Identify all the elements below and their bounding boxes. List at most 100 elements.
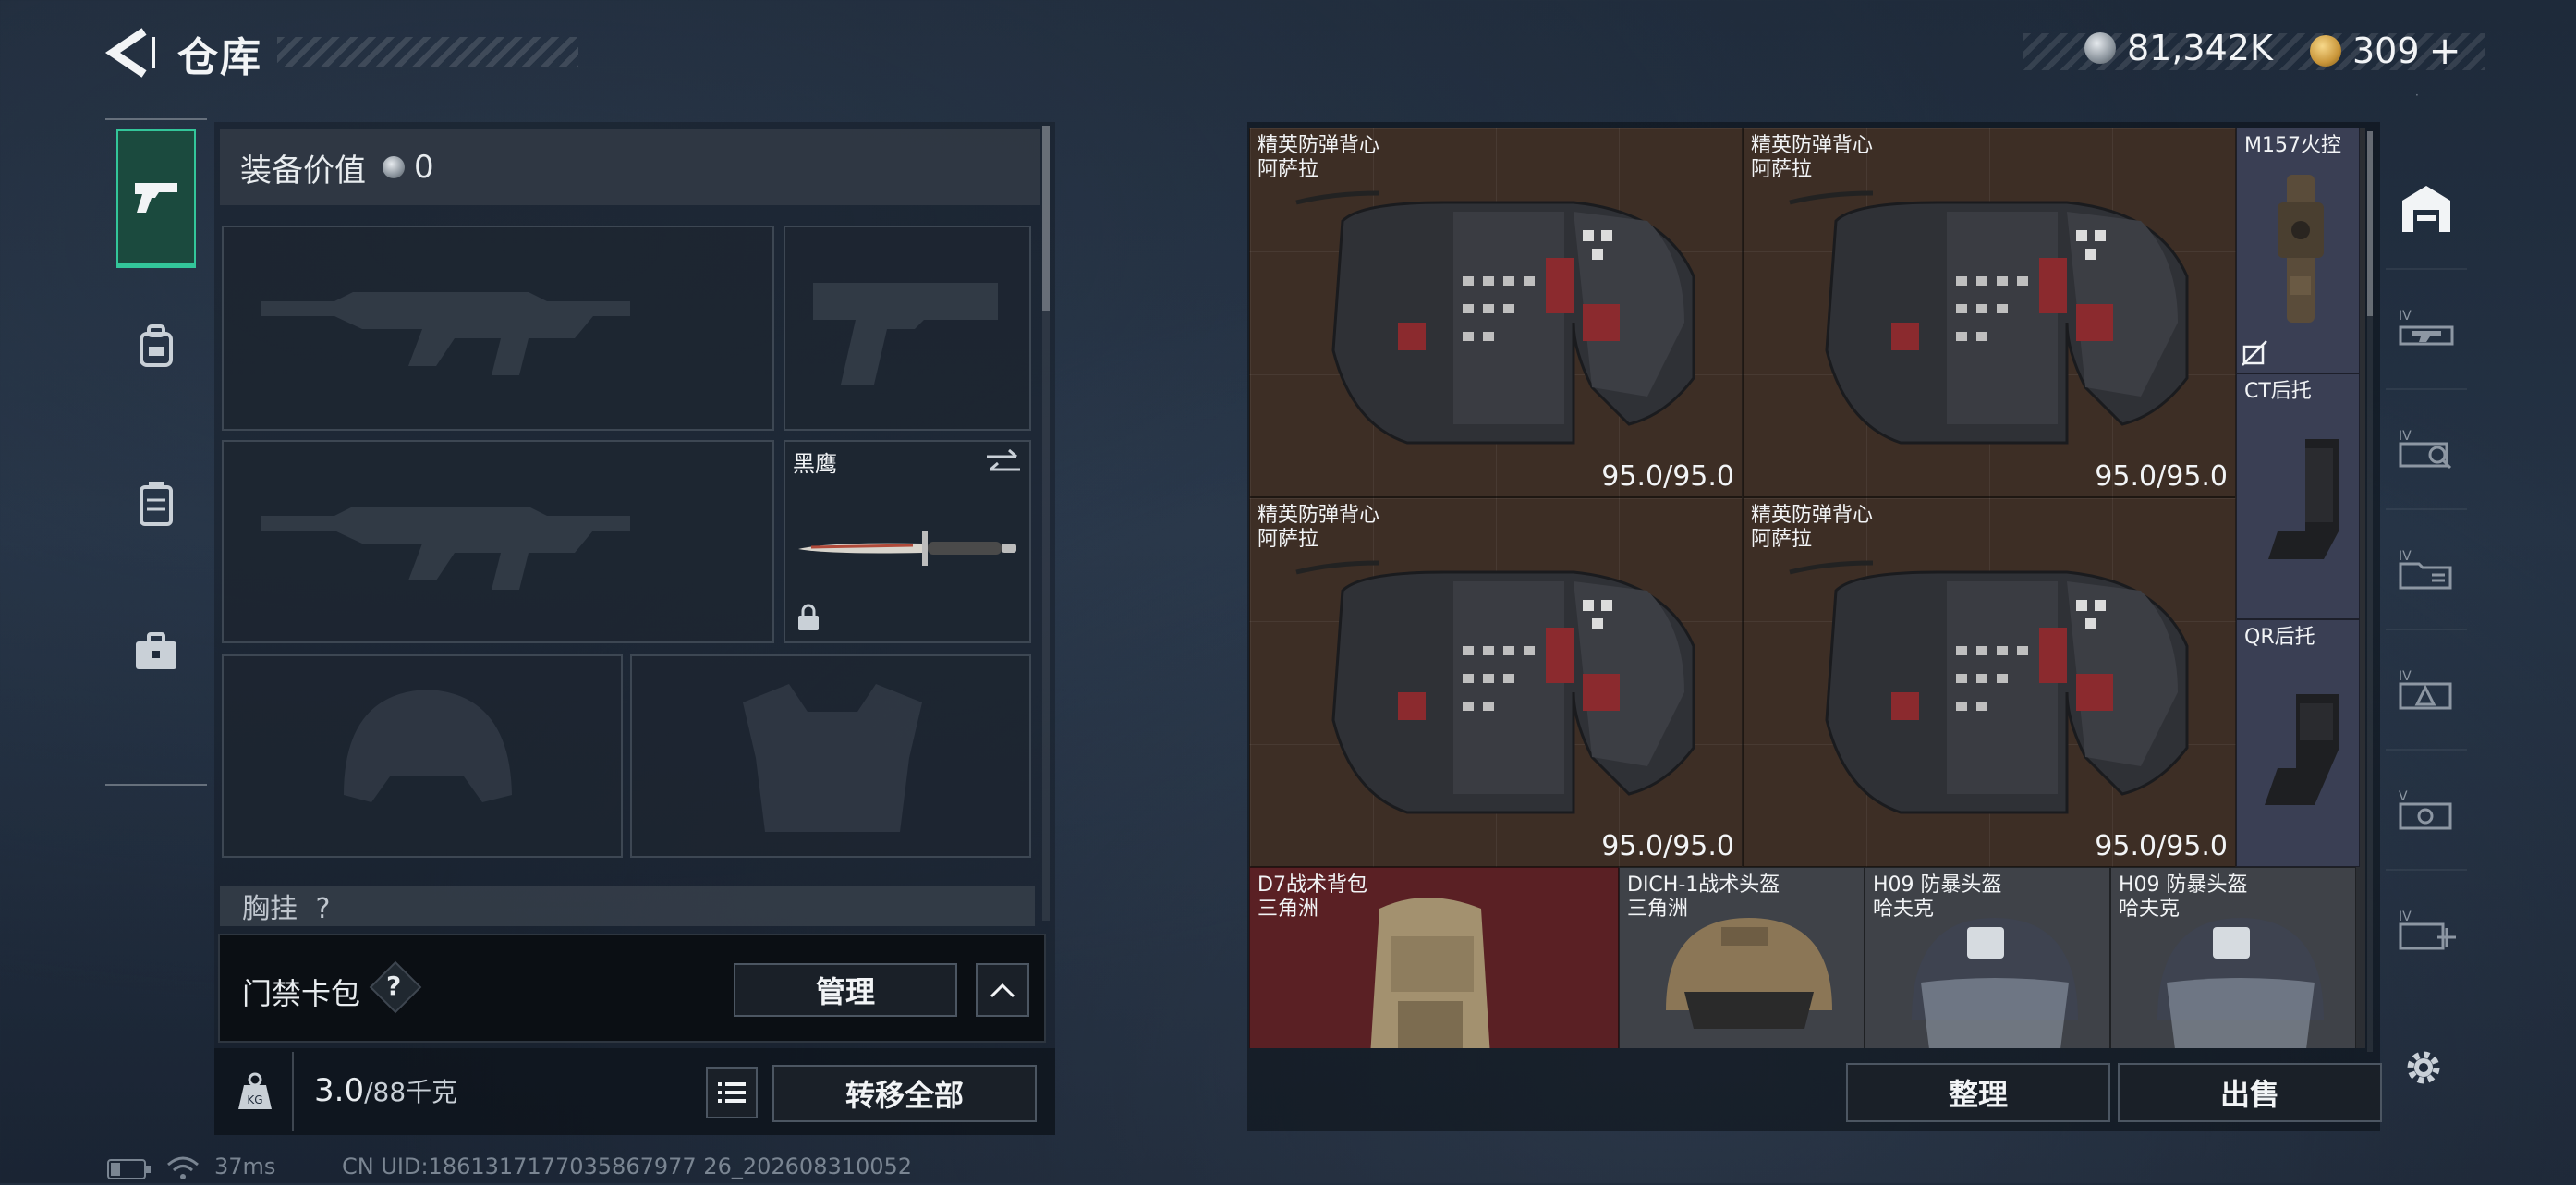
equipment-box-icon: IV [2399,669,2452,710]
tab-weapons[interactable] [116,129,196,268]
storage-item-helmet[interactable]: DICH-1战术头盔 三角洲 [1619,867,1865,1048]
warehouse-icon [2402,186,2450,232]
storage-item-helmet[interactable]: H09 防暴头盔 哈夫克 [1865,867,2110,1048]
storage-item-scope[interactable]: M157火控 [2236,128,2360,373]
chest-rig-row[interactable]: 胸挂 ? [220,886,1035,926]
knife-icon [798,531,1016,566]
storage-item-vest[interactable]: 精英防弹背心 阿萨拉 95.0/95.0 [1743,497,2236,867]
storage-item-stock[interactable]: CT后托 [2236,373,2360,619]
weight-current: 3.0 [314,1072,365,1109]
loadout-scrollbar[interactable] [1042,126,1050,921]
stock-icon [2268,439,2339,559]
equip-value: 0 [414,149,434,186]
helmet-slot[interactable] [222,654,623,858]
svg-text:V: V [2399,789,2408,804]
item-durability: 95.0/95.0 [1601,830,1734,862]
backpack-item-icon [1370,898,1490,1048]
lock-icon [798,604,819,630]
storage-grid: 精英防弹背心 阿萨拉 95.0/95.0 精英防弹背心 阿萨拉 95.0/95.0 … [1249,128,2365,1048]
storage-item-vest[interactable]: 精英防弹背心 阿萨拉 95.0/95.0 [1249,497,1743,867]
storage-scrollbar[interactable] [2367,131,2373,1052]
divider [292,1052,294,1131]
armor-vest-icon [1295,190,1695,445]
tab-storage-equipment[interactable]: IV [2386,629,2467,751]
backpack-icon [140,324,173,367]
briefcase-icon [136,632,176,669]
add-storage-icon: IV [2399,910,2456,950]
armor-silhouette-icon [743,684,922,832]
list-icon [718,1082,746,1103]
equip-value-label: 装备价值 [240,152,366,189]
pistol-silhouette-icon [813,283,998,385]
armor-vest-icon [1295,560,1695,814]
pistol-slot[interactable] [784,226,1031,431]
svg-text:IV: IV [2399,429,2412,444]
category-sidebar [105,118,207,786]
sell-button[interactable]: 出售 [2118,1063,2382,1122]
tab-consumables[interactable] [116,582,196,721]
primary-weapon-slot[interactable] [222,226,774,431]
tab-storage-attachments[interactable]: IV [2386,388,2467,510]
settings-button[interactable] [2400,1045,2447,1094]
version-text: · [2415,89,2419,102]
tab-storage-main[interactable] [2386,148,2467,270]
melee-slot[interactable]: 黑鹰 [784,440,1031,643]
melee-item-name: 黑鹰 [793,451,837,477]
manage-button[interactable]: 管理 [734,963,957,1017]
add-currency-icon[interactable]: + [2429,28,2461,73]
tab-storage-add[interactable]: IV [2386,869,2467,989]
weight-readout: 3.0/88千克 [314,1072,457,1109]
chevron-up-icon [990,983,1015,998]
svg-text:IV: IV [2399,669,2412,684]
storage-tabs: IV IV IV IV V IV [2380,148,2473,1035]
kg-weight-icon: KG [237,1072,273,1115]
riot-helmet-icon [1912,918,2078,1048]
tab-storage-documents[interactable]: IV [2386,508,2467,630]
back-button[interactable] [103,28,159,78]
list-view-button[interactable] [706,1067,758,1118]
page-title: 仓库 [177,34,262,81]
gold-currency[interactable]: 309 + [2310,28,2461,73]
stock-icon [2265,694,2339,805]
secondary-weapon-slot[interactable] [222,440,774,643]
item-name: CT后托 [2244,380,2312,403]
ping-text: 37ms [214,1154,276,1179]
silver-currency: 81,342K [2084,28,2273,68]
storage-item-helmet[interactable]: H09 防暴头盔 哈夫克 [2110,867,2356,1048]
storage-item-backpack[interactable]: D7战术背包 三角洲 [1249,867,1619,1048]
gear-icon [2407,1051,2440,1084]
no-insurance-icon [2242,340,2267,366]
help-icon: ? [315,893,331,925]
helmet-item-icon [1666,918,1832,1029]
chest-rig-label: 胸挂 [242,893,298,925]
armor-slot[interactable] [630,654,1031,858]
tab-storage-weapons[interactable]: IV [2386,268,2467,390]
collapse-button[interactable] [976,963,1029,1017]
storage-item-vest[interactable]: 精英防弹背心 阿萨拉 95.0/95.0 [1249,128,1743,497]
valuables-box-icon: V [2399,789,2452,830]
gold-coin-icon [2310,34,2341,67]
item-name: QR后托 [2244,626,2315,649]
weapon-box-icon: IV [2399,309,2454,346]
help-icon[interactable]: ? [386,971,401,1001]
swap-icon[interactable] [983,447,1024,479]
sort-button[interactable]: 整理 [1846,1063,2110,1122]
wifi-icon [166,1155,200,1185]
storage-item-vest[interactable]: 精英防弹背心 阿萨拉 95.0/95.0 [1743,128,2236,497]
back-arrow-icon [104,28,155,78]
silver-currency-value: 81,342K [2127,28,2273,68]
tab-container[interactable] [116,434,196,573]
scope-icon [2278,175,2324,323]
item-durability: 95.0/95.0 [2095,460,2228,493]
silver-coin-icon [383,156,405,178]
transfer-all-button[interactable]: 转移全部 [772,1065,1037,1122]
tab-storage-valuables[interactable]: V [2386,749,2467,871]
folder-box-icon: IV [2399,549,2452,590]
keycard-bar: 门禁卡包 ? 管理 [218,934,1046,1043]
item-name: M157火控 [2244,134,2341,157]
armor-vest-icon [1789,190,2189,445]
uid-text: CN UID:1861317177035867977 26_2026083100… [342,1154,913,1179]
storage-item-stock[interactable]: QR后托 [2236,619,2360,867]
svg-text:IV: IV [2399,910,2412,924]
tab-equipment[interactable] [116,277,196,416]
